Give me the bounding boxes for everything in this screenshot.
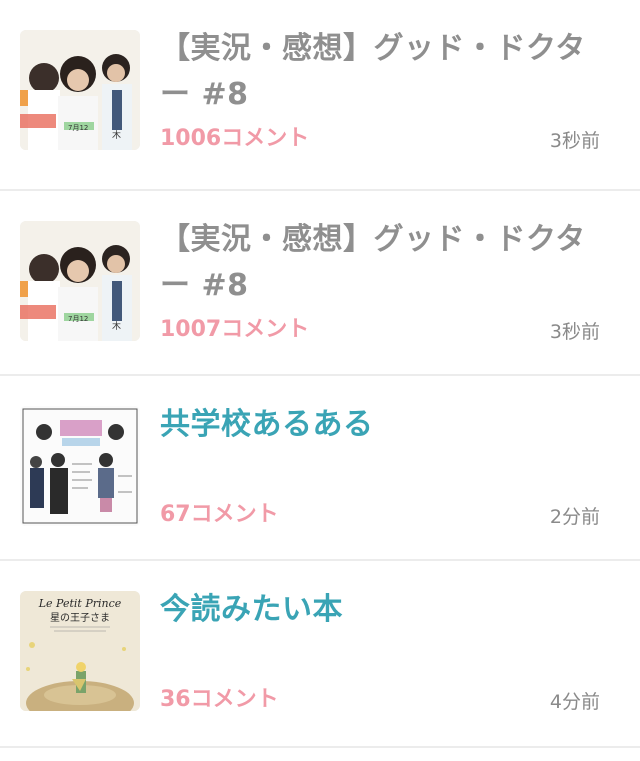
thread-list: 7月12 木 【実況・感想】グッド・ドクター #8 1006コメント 3秒前 7… <box>0 0 640 748</box>
thread-title[interactable]: 共学校あるある <box>160 402 600 448</box>
thread-title[interactable]: 【実況・感想】グッド・ドクター #8 <box>160 26 600 118</box>
comment-count: 1006コメント <box>160 126 310 151</box>
drama-poster-thumbnail[interactable]: 7月12 木 <box>20 30 140 150</box>
svg-text:木: 木 <box>112 129 121 141</box>
thread-title[interactable]: 今読みたい本 <box>160 587 600 633</box>
thread-item[interactable]: Le Petit Prince 星の王子さま 今読みたい本 36コメント 4分前 <box>0 561 640 748</box>
svg-text:木: 木 <box>112 320 121 332</box>
comment-count: 67コメント <box>160 502 279 527</box>
comment-count: 36コメント <box>160 687 279 712</box>
svg-text:7月12: 7月12 <box>68 315 88 323</box>
book-title-japanese: 星の王子さま <box>50 612 110 624</box>
thread-item[interactable]: 共学校あるある 67コメント 2分前 <box>0 376 640 561</box>
post-time: 4分前 <box>549 691 600 713</box>
post-time: 2分前 <box>549 506 600 528</box>
book-cover-thumbnail[interactable]: Le Petit Prince 星の王子さま <box>20 591 140 711</box>
post-time: 3秒前 <box>549 321 600 343</box>
post-time: 3秒前 <box>549 130 600 152</box>
book-title-latin: Le Petit Prince <box>38 597 122 610</box>
comment-count: 1007コメント <box>160 317 310 342</box>
thread-title[interactable]: 【実況・感想】グッド・ドクター #8 <box>160 217 600 309</box>
thread-item[interactable]: 7月12 木 【実況・感想】グッド・ドクター #8 1006コメント 3秒前 <box>0 0 640 191</box>
illustration-thumbnail[interactable] <box>20 406 140 526</box>
svg-text:7月12: 7月12 <box>68 124 88 132</box>
drama-poster-thumbnail[interactable]: 7月12 木 <box>20 221 140 341</box>
thread-item[interactable]: 7月12 木 【実況・感想】グッド・ドクター #8 1007コメント 3秒前 <box>0 191 640 376</box>
